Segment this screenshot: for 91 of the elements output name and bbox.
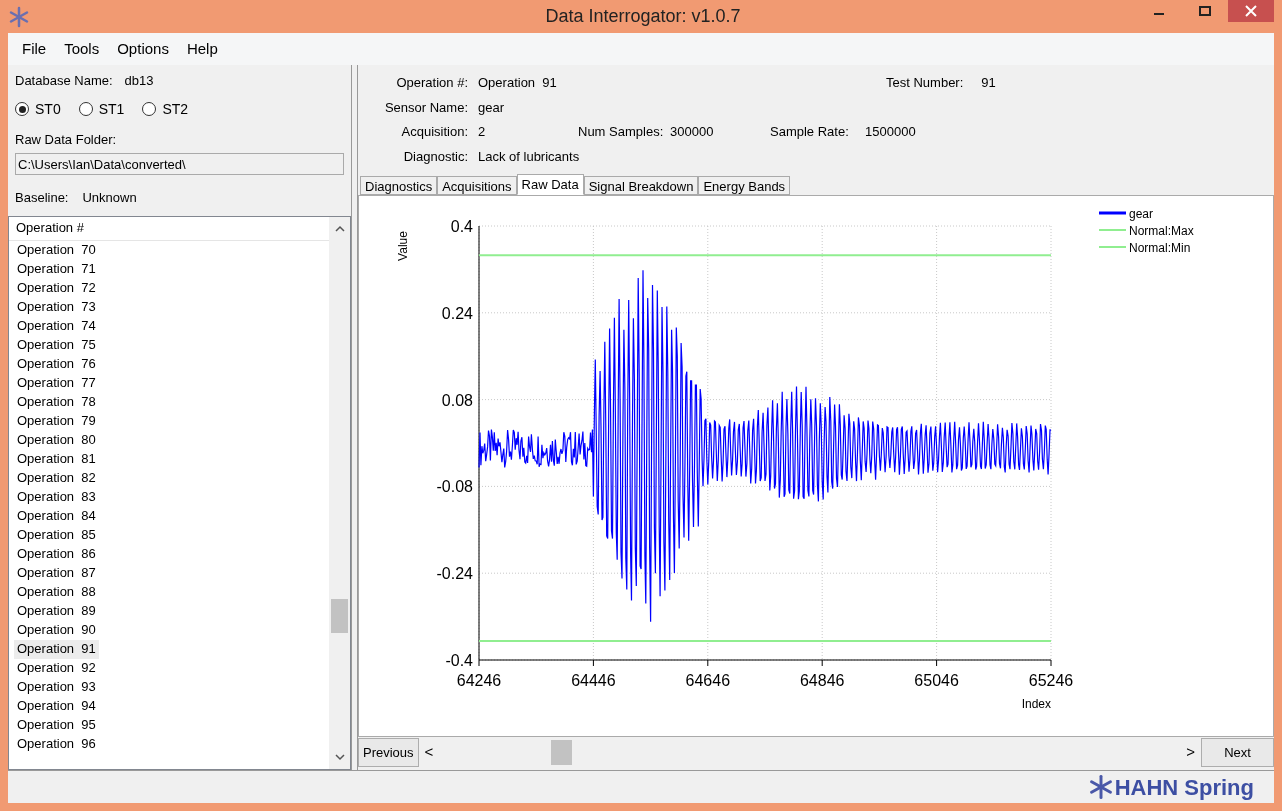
x-axis-title: Index [1021,697,1051,711]
tab[interactable]: Raw Data [516,174,584,195]
list-item[interactable]: Operation 76 [14,354,99,374]
window-title: Data Interrogator: v1.0.7 [545,5,741,28]
previous-button[interactable]: Previous [358,738,419,767]
list-item[interactable]: Operation 90 [14,620,99,640]
scroll-left-arrow[interactable]: < [418,741,440,764]
snowflake-icon [8,5,30,28]
legend-label: gear [1129,207,1154,221]
y-tick-label: -0.08 [436,478,473,496]
tab[interactable]: Diagnostics [360,176,438,195]
field-value: Operation 91 [478,74,557,92]
menu-item[interactable]: File [14,37,55,61]
next-button[interactable]: Next [1201,738,1274,767]
scroll-right-arrow[interactable]: > [1180,741,1201,764]
x-tick-label: 65246 [1028,672,1074,689]
list-item[interactable]: Operation 92 [14,658,99,678]
folder-field[interactable]: C:\Users\Ian\Data\converted\ [15,153,344,175]
x-tick-label: 64846 [799,672,845,689]
field-value: gear [478,98,506,117]
field-value: 1500000 [865,123,917,141]
list-item[interactable]: Operation 83 [14,487,99,507]
list-item[interactable]: Operation 89 [14,601,99,621]
y-tick-label: -0.24 [436,565,473,583]
list-item[interactable]: Operation 75 [14,335,99,355]
scroll-thumb[interactable] [331,598,348,633]
x-tick-label: 64646 [685,672,731,689]
list-item[interactable]: Operation 70 [14,240,99,260]
y-tick-label: -0.4 [445,652,473,669]
field-label: Baseline: [15,189,69,207]
menu-item[interactable]: Help [178,37,226,61]
snowflake-icon [1087,774,1114,800]
list-item[interactable]: Operation 86 [14,544,99,564]
menu-item[interactable]: Tools [56,37,108,61]
list-item[interactable]: Operation 73 [14,297,99,317]
field-label: Sensor Name: [383,98,469,117]
field-label: Database Name: [15,72,113,90]
y-axis-title: Value [396,231,410,261]
field-value: 91 [981,74,996,92]
field-value: Lack of lubricants [478,147,581,166]
x-tick-label: 64446 [571,672,616,689]
list-item[interactable]: Operation 74 [14,316,99,336]
list-item[interactable]: Operation 96 [14,734,99,754]
field-label: Test Number: [886,74,964,92]
list-item[interactable]: Operation 94 [14,696,99,716]
y-tick-label: 0.24 [441,304,473,322]
legend-label: Normal:Max [1129,224,1194,238]
radio-option[interactable]: ST2 [142,98,189,120]
radio-option[interactable]: ST1 [78,98,125,120]
list-item[interactable]: Operation 81 [14,449,99,469]
horizontal-scrollbar[interactable]: < > [418,738,1201,767]
list-item[interactable]: Operation 77 [14,373,99,393]
field-label: Operation #: [395,74,469,92]
close-icon [1245,5,1257,17]
list-item[interactable]: Operation 80 [14,430,99,450]
list-item[interactable]: Operation 95 [14,715,99,735]
y-tick-label: 0.4 [450,218,473,235]
list-item[interactable]: Operation 91 [14,639,99,659]
list-item[interactable]: Operation 78 [14,392,99,412]
list-item[interactable]: Operation 72 [14,278,99,298]
list-item[interactable]: Operation 85 [14,525,99,545]
tab[interactable]: Signal Breakdown [583,176,699,195]
field-value: 2 [478,123,487,141]
field-label: Acquisition: [400,123,469,141]
column-header[interactable]: Operation # [9,216,329,241]
field-label: Diagnostic: [402,147,469,166]
list-item[interactable]: Operation 79 [14,411,99,431]
list-item[interactable]: Operation 93 [14,677,99,697]
field-value: db13 [124,72,154,90]
list-item[interactable]: Operation 84 [14,506,99,526]
field-value: Unknown [82,189,137,207]
tab[interactable]: Acquisitions [437,176,517,195]
radio-option[interactable]: ST0 [15,98,61,120]
list-item[interactable]: Operation 88 [14,582,99,602]
list-item[interactable]: Operation 82 [14,468,99,488]
close-button[interactable] [1228,0,1274,22]
vertical-scrollbar[interactable] [329,216,350,769]
legend-label: Normal:Min [1129,241,1191,255]
menu-item[interactable]: Options [109,37,177,61]
logo-text: HAHN Spring [1114,773,1254,802]
field-label: Num Samples: [578,123,665,141]
y-tick-label: 0.08 [441,391,473,409]
list-item[interactable]: Operation 71 [14,259,99,279]
field-label: Raw Data Folder: [14,130,118,149]
field-label: Sample Rate: [770,123,850,141]
list-item[interactable]: Operation 87 [14,563,99,583]
x-tick-label: 65046 [914,672,959,689]
field-value: 300000 [670,123,715,141]
tab[interactable]: Energy Bands [698,176,791,195]
x-tick-label: 64246 [456,672,502,689]
scroll-thumb[interactable] [551,740,573,765]
